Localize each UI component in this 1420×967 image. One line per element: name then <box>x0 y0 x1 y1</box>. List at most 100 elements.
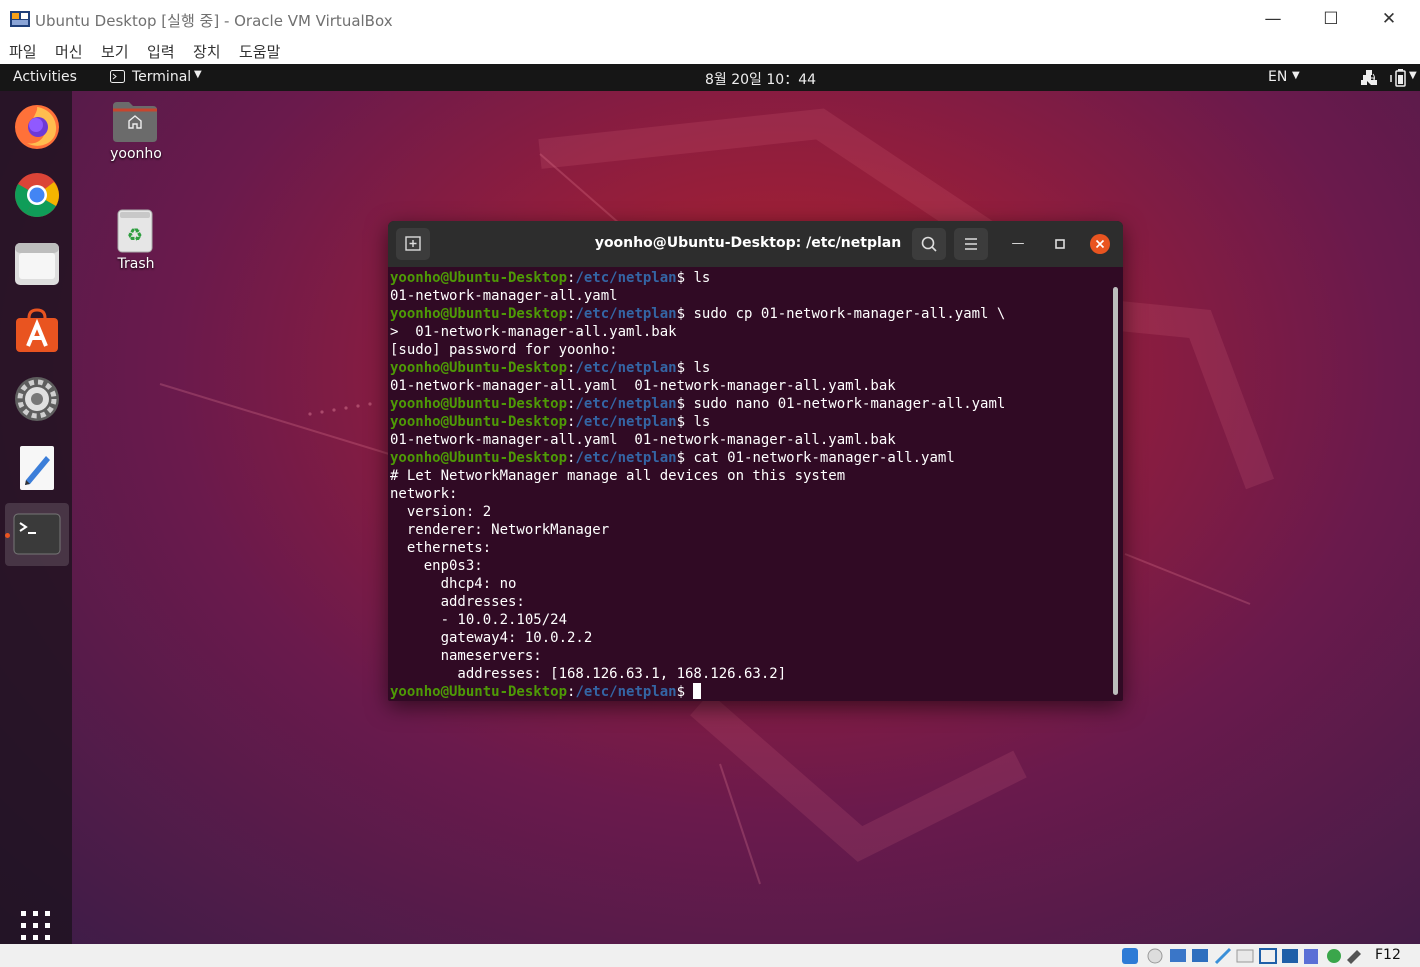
prompt-line: yoonho@Ubuntu-Desktop:/etc/netplan$ cat … <box>390 449 1110 467</box>
chrome-icon[interactable] <box>12 170 62 220</box>
menu-machine[interactable]: 머신 <box>55 41 83 62</box>
prompt-line: yoonho@Ubuntu-Desktop:/etc/netplan$ <box>390 683 1110 701</box>
hamburger-menu-button[interactable] <box>954 228 988 260</box>
new-tab-icon <box>405 236 421 251</box>
app-menu-label: Terminal <box>132 69 192 85</box>
prompt-line: yoonho@Ubuntu-Desktop:/etc/netplan$ ls <box>390 359 1110 377</box>
terminal-close-button[interactable] <box>1090 234 1110 254</box>
volume-icon[interactable] <box>1361 70 1379 86</box>
output-text: 01-network-manager-all.yaml 01-network-m… <box>390 432 896 448</box>
files-icon[interactable] <box>12 239 62 289</box>
prompt-user: yoonho@Ubuntu-Desktop <box>390 450 568 466</box>
command-text: cat 01-network-manager-all.yaml <box>693 450 955 466</box>
terminal-icon[interactable] <box>12 509 62 559</box>
home-folder-icon <box>113 102 157 142</box>
minimize-button[interactable]: — <box>1244 0 1302 38</box>
prompt-user: yoonho@Ubuntu-Desktop <box>390 360 568 376</box>
output-text: gateway4: 10.0.2.2 <box>390 630 593 646</box>
dock <box>0 91 72 944</box>
command-text: sudo cp 01-network-manager-all.yaml \ <box>693 306 1006 322</box>
terminal-small-icon <box>110 70 125 83</box>
cursor <box>693 683 702 699</box>
new-tab-button[interactable] <box>396 228 430 260</box>
output-line: ethernets: <box>390 539 1110 557</box>
terminal-output[interactable]: yoonho@Ubuntu-Desktop:/etc/netplan$ ls 01… <box>390 269 1110 701</box>
desktop-icon-label: Trash <box>117 256 155 272</box>
hamburger-icon <box>965 238 977 250</box>
prompt-line: yoonho@Ubuntu-Desktop:/etc/netplan$ sudo… <box>390 305 1110 323</box>
menu-help[interactable]: 도움말 <box>239 41 280 62</box>
terminal-title: yoonho@Ubuntu-Desktop: /etc/netplan <box>594 235 902 251</box>
output-line: enp0s3: <box>390 557 1110 575</box>
device-status-icons[interactable] <box>1121 946 1371 966</box>
terminal-window[interactable]: yoonho@Ubuntu-Desktop: /etc/netplan — yo… <box>388 221 1123 701</box>
output-line: version: 2 <box>390 503 1110 521</box>
prompt-path: /etc/netplan <box>575 270 677 286</box>
prompt-symbol: $ <box>676 450 694 466</box>
output-line: 01-network-manager-all.yaml <box>390 287 1110 305</box>
output-line: addresses: [168.126.63.1, 168.126.63.2] <box>390 665 1110 683</box>
desktop-icon-home[interactable]: yoonho <box>100 100 172 170</box>
menu-devices[interactable]: 장치 <box>193 41 221 62</box>
terminal-minimize-button[interactable]: — <box>1006 233 1030 255</box>
battery-icon[interactable] <box>1390 69 1410 87</box>
output-line: gateway4: 10.0.2.2 <box>390 629 1110 647</box>
gnome-topbar: Activities Terminal ▼ 8월 20일 10：44 EN ▼ <box>0 64 1420 91</box>
prompt-user: yoonho@Ubuntu-Desktop <box>390 306 568 322</box>
output-line: dhcp4: no <box>390 575 1110 593</box>
output-text: addresses: [168.126.63.1, 168.126.63.2] <box>390 666 787 682</box>
terminal-maximize-button[interactable] <box>1048 233 1072 255</box>
close-icon <box>1095 239 1105 249</box>
chevron-down-icon: ▼ <box>194 69 202 80</box>
maximize-button[interactable]: ☐ <box>1302 0 1360 38</box>
desktop-icon-label: yoonho <box>110 146 162 162</box>
menu-file[interactable]: 파일 <box>9 41 37 62</box>
settings-icon[interactable] <box>12 374 62 424</box>
show-applications-icon[interactable] <box>21 911 53 941</box>
output-text: - 10.0.2.105/24 <box>390 612 568 628</box>
output-text: enp0s3: <box>390 558 483 574</box>
clock[interactable]: 8월 20일 10：44 <box>705 69 816 89</box>
prompt-user: yoonho@Ubuntu-Desktop <box>390 684 568 700</box>
prompt-path: /etc/netplan <box>575 360 677 376</box>
output-line: 01-network-manager-all.yaml 01-network-m… <box>390 431 1110 449</box>
desktop-icon-trash[interactable]: ♻ Trash <box>100 208 172 278</box>
prompt-user: yoonho@Ubuntu-Desktop <box>390 414 568 430</box>
output-text: addresses: <box>390 594 525 610</box>
prompt-symbol: $ <box>676 360 694 376</box>
command-text: ls <box>693 360 711 376</box>
output-text: renderer: NetworkManager <box>390 522 610 538</box>
guest-desktop: Activities Terminal ▼ 8월 20일 10：44 EN ▼ <box>0 64 1420 944</box>
chevron-down-icon: ▼ <box>1409 70 1417 81</box>
prompt-symbol: $ <box>676 414 694 430</box>
firefox-icon[interactable] <box>12 101 62 151</box>
menu-input[interactable]: 입력 <box>147 41 175 62</box>
menu-view[interactable]: 보기 <box>101 41 129 62</box>
prompt-user: yoonho@Ubuntu-Desktop <box>390 396 568 412</box>
output-text: 01-network-manager-all.yaml 01-network-m… <box>390 378 896 394</box>
virtualbox-app-icon <box>10 11 30 27</box>
prompt-line: yoonho@Ubuntu-Desktop:/etc/netplan$ ls <box>390 269 1110 287</box>
close-window-button[interactable]: ✕ <box>1360 0 1418 38</box>
output-text: ethernets: <box>390 540 492 556</box>
vbox-titlebar: Ubuntu Desktop [실행 중] - Oracle VM Virtua… <box>0 0 1420 38</box>
command-text: ls <box>693 270 711 286</box>
search-icon <box>921 236 937 252</box>
input-method[interactable]: EN <box>1268 69 1287 85</box>
activities-button[interactable]: Activities <box>13 69 77 85</box>
output-text: 01-network-manager-all.yaml <box>390 288 618 304</box>
maximize-icon <box>1055 239 1065 249</box>
vbox-statusbar: F12 <box>0 944 1420 967</box>
text-editor-icon[interactable] <box>12 443 62 493</box>
output-line: addresses: <box>390 593 1110 611</box>
search-button[interactable] <box>912 228 946 260</box>
prompt-path: /etc/netplan <box>575 414 677 430</box>
output-text: nameservers: <box>390 648 542 664</box>
output-line: nameservers: <box>390 647 1110 665</box>
output-text: > 01-network-manager-all.yaml.bak <box>390 324 677 340</box>
output-line: [sudo] password for yoonho: <box>390 341 1110 359</box>
output-line: renderer: NetworkManager <box>390 521 1110 539</box>
software-icon[interactable] <box>12 306 62 356</box>
prompt-path: /etc/netplan <box>575 396 677 412</box>
terminal-scrollbar[interactable] <box>1113 287 1118 695</box>
